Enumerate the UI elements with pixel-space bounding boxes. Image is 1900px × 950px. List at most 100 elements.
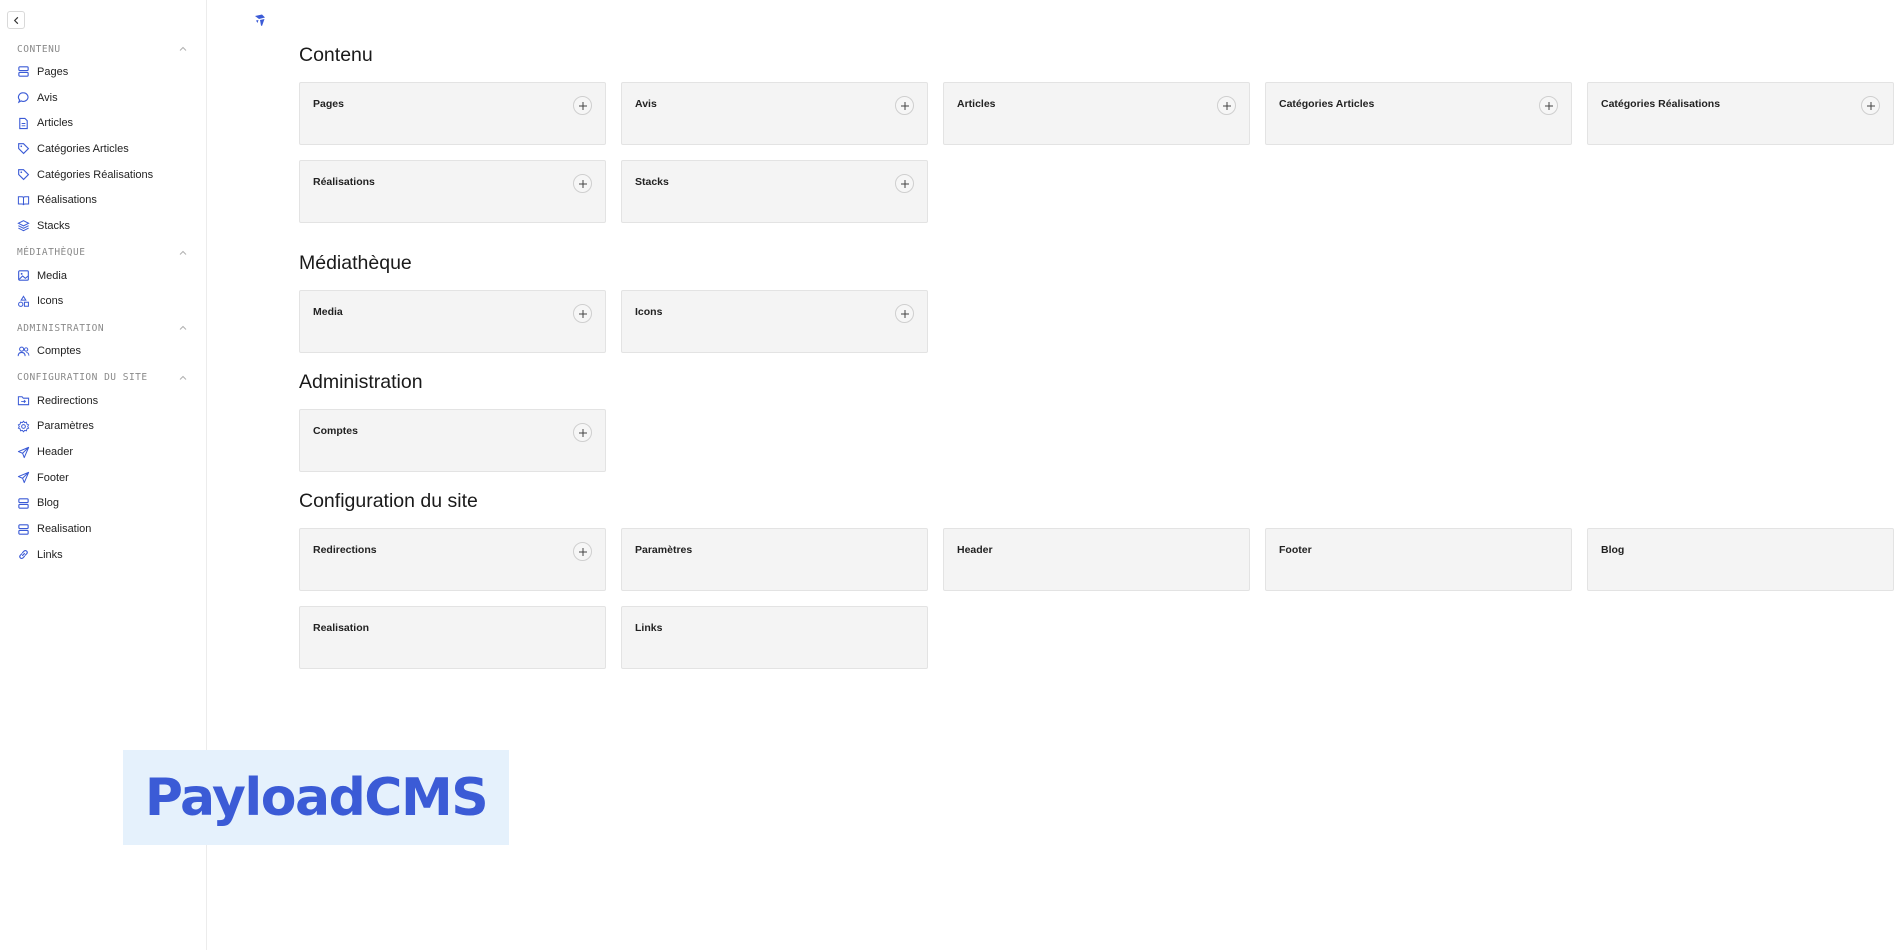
sidebar-item-icons[interactable]: Icons	[0, 289, 206, 315]
card-blog[interactable]: Blog	[1587, 528, 1894, 591]
nav-group-header-mediatheque[interactable]: Médiathèque	[0, 244, 206, 262]
card-categories-articles[interactable]: Catégories Articles	[1265, 82, 1572, 145]
database-icon	[17, 497, 30, 510]
sidebar-item-blog[interactable]: Blog	[0, 491, 206, 517]
add-comptes-button[interactable]	[573, 423, 592, 442]
sidebar-item-avis[interactable]: Avis	[0, 85, 206, 111]
nav-group-title: Configuration du site	[17, 372, 148, 384]
sidebar-item-pages[interactable]: Pages	[0, 59, 206, 85]
nav-group-contenu: Contenu Pages Avis Articles Catégories Artic…	[0, 40, 206, 239]
card-label: Realisation	[313, 622, 370, 634]
card-redirections[interactable]: Redirections	[299, 528, 606, 591]
add-avis-button[interactable]	[895, 96, 914, 115]
chevron-up-icon	[178, 373, 188, 383]
payloadcms-watermark: PayloadCMS	[123, 750, 509, 845]
collapse-sidebar-button[interactable]	[7, 11, 25, 29]
section-title: Contenu	[299, 44, 373, 66]
card-realisation[interactable]: Realisation	[299, 606, 606, 669]
image-icon	[17, 269, 30, 282]
add-icons-button[interactable]	[895, 304, 914, 323]
sidebar-item-label: Paramètres	[37, 420, 94, 433]
book-open-icon	[17, 194, 30, 207]
sidebar-item-articles[interactable]: Articles	[0, 110, 206, 136]
card-pages[interactable]: Pages	[299, 82, 606, 145]
nav-group-administration: Administration Comptes	[0, 319, 206, 364]
card-articles[interactable]: Articles	[943, 82, 1250, 145]
card-label: Icons	[635, 306, 663, 318]
watermark-text: PayloadCMS	[144, 767, 489, 828]
sidebar-item-label: Avis	[37, 91, 58, 104]
card-header[interactable]: Header	[943, 528, 1250, 591]
section-title: Configuration du site	[299, 490, 478, 512]
sidebar-item-comptes[interactable]: Comptes	[0, 338, 206, 364]
send-icon	[17, 471, 30, 484]
sidebar-item-label: Stacks	[37, 219, 71, 232]
card-icons[interactable]: Icons	[621, 290, 928, 353]
sidebar-item-categories-articles[interactable]: Catégories Articles	[0, 136, 206, 162]
chat-bubble-icon	[17, 91, 30, 104]
sidebar-item-stacks[interactable]: Stacks	[0, 213, 206, 239]
card-grid: Media Icons	[299, 290, 1894, 353]
database-icon	[17, 65, 30, 78]
sidebar-item-label: Blog	[37, 497, 60, 510]
add-stacks-button[interactable]	[895, 174, 914, 193]
chevron-up-icon	[178, 248, 188, 258]
nav-group-configuration-du-site: Configuration du site Redirections Paramèt…	[0, 369, 206, 568]
card-label: Articles	[957, 98, 996, 110]
card-media[interactable]: Media	[299, 290, 606, 353]
sidebar-item-parametres[interactable]: Paramètres	[0, 414, 206, 440]
plus-icon	[578, 547, 587, 556]
sidebar-item-redirections[interactable]: Redirections	[0, 388, 206, 414]
sidebar-item-label: Media	[37, 269, 67, 282]
card-label: Réalisations	[313, 176, 375, 188]
card-avis[interactable]: Avis	[621, 82, 928, 145]
card-grid: Pages Avis Articles Catégories Articles Caté…	[299, 82, 1894, 223]
sidebar-item-realisations[interactable]: Réalisations	[0, 187, 206, 213]
add-categories-realisations-button[interactable]	[1861, 96, 1880, 115]
add-categories-articles-button[interactable]	[1539, 96, 1558, 115]
plus-icon	[1866, 101, 1875, 110]
sidebar-item-label: Pages	[37, 65, 69, 78]
card-label: Media	[313, 306, 343, 318]
sidebar-item-label: Header	[37, 446, 74, 459]
card-label: Header	[957, 544, 993, 556]
nav-group-header-contenu[interactable]: Contenu	[0, 40, 206, 58]
chevron-left-icon	[13, 16, 18, 24]
plus-icon	[900, 179, 909, 188]
send-icon	[17, 446, 30, 459]
card-label: Stacks	[635, 176, 669, 188]
nav-group-header-configuration-du-site[interactable]: Configuration du site	[0, 369, 206, 387]
sidebar-item-footer[interactable]: Footer	[0, 465, 206, 491]
card-label: Pages	[313, 98, 344, 110]
database-icon	[17, 523, 30, 536]
chevron-up-icon	[178, 323, 188, 333]
sidebar-item-categories-realisations[interactable]: Catégories Réalisations	[0, 162, 206, 188]
gear-icon	[17, 420, 30, 433]
card-stacks[interactable]: Stacks	[621, 160, 928, 223]
add-media-button[interactable]	[573, 304, 592, 323]
plus-icon	[578, 179, 587, 188]
sidebar-item-media[interactable]: Media	[0, 263, 206, 289]
add-articles-button[interactable]	[1217, 96, 1236, 115]
tag-icon	[17, 142, 30, 155]
sidebar-item-label: Réalisations	[37, 194, 97, 207]
sidebar-item-label: Catégories Articles	[37, 142, 129, 155]
card-footer[interactable]: Footer	[1265, 528, 1572, 591]
nav-group-header-administration[interactable]: Administration	[0, 319, 206, 337]
card-comptes[interactable]: Comptes	[299, 409, 606, 472]
card-parametres[interactable]: Paramètres	[621, 528, 928, 591]
add-redirections-button[interactable]	[573, 542, 592, 561]
add-pages-button[interactable]	[573, 96, 592, 115]
sidebar-item-label: Realisation	[37, 523, 92, 536]
payload-logo-icon[interactable]	[253, 13, 267, 27]
sidebar-item-realisation[interactable]: Realisation	[0, 516, 206, 542]
card-links[interactable]: Links	[621, 606, 928, 669]
card-label: Footer	[1279, 544, 1312, 556]
sidebar-item-links[interactable]: Links	[0, 542, 206, 568]
card-realisations[interactable]: Réalisations	[299, 160, 606, 223]
section-contenu: Contenu Pages Avis Articles Catégories Artic…	[299, 44, 1894, 223]
chevron-up-icon	[178, 44, 188, 54]
sidebar-item-header[interactable]: Header	[0, 439, 206, 465]
add-realisations-button[interactable]	[573, 174, 592, 193]
card-categories-realisations[interactable]: Catégories Réalisations	[1587, 82, 1894, 145]
